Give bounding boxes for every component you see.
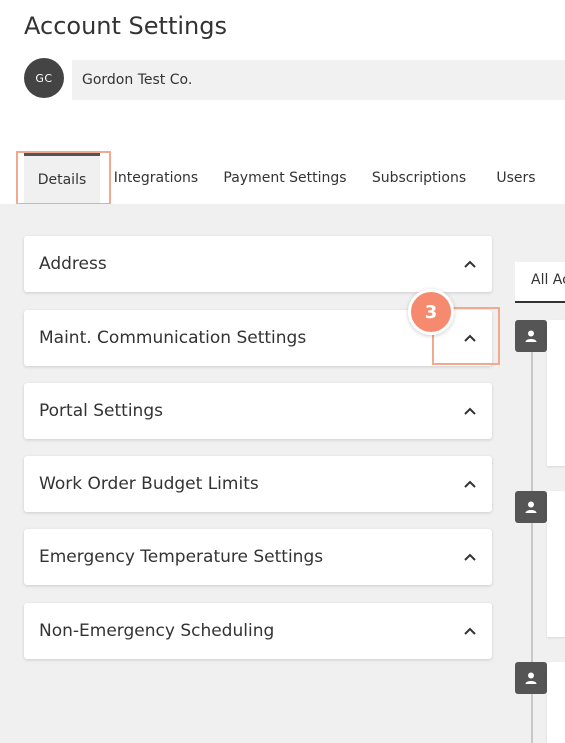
avatar: GC bbox=[24, 58, 64, 98]
tab-label: Subscriptions bbox=[371, 170, 467, 186]
panel-title: Portal Settings bbox=[39, 401, 163, 421]
company-name-field: Gordon Test Co. bbox=[72, 60, 565, 100]
chevron-up-icon[interactable] bbox=[462, 403, 478, 419]
tab-label: Users bbox=[496, 170, 536, 186]
person-icon bbox=[515, 491, 547, 523]
panel-title: Non-Emergency Scheduling bbox=[39, 621, 275, 641]
step-number: 3 bbox=[424, 301, 438, 323]
chevron-up-icon[interactable] bbox=[462, 623, 478, 639]
chevron-up-icon[interactable] bbox=[462, 256, 478, 272]
tab-details[interactable]: Details bbox=[24, 152, 100, 204]
activity-card bbox=[547, 662, 565, 743]
panel-non-emergency-scheduling[interactable]: Non-Emergency Scheduling bbox=[24, 603, 492, 659]
panel-emergency-temperature-settings[interactable]: Emergency Temperature Settings bbox=[24, 529, 492, 585]
settings-tabs: Details Integrations Payment Settings Su… bbox=[0, 152, 565, 204]
panel-title: Maint. Communication Settings bbox=[39, 328, 307, 348]
tab-label: Integrations bbox=[113, 170, 199, 186]
panel-work-order-budget-limits[interactable]: Work Order Budget Limits bbox=[24, 456, 492, 512]
page-title: Account Settings bbox=[24, 12, 227, 40]
chevron-up-icon[interactable] bbox=[462, 330, 478, 346]
activity-tab-all[interactable]: All Ac bbox=[515, 262, 565, 303]
person-icon bbox=[515, 320, 547, 352]
activity-card bbox=[547, 491, 565, 637]
avatar-initials: GC bbox=[35, 71, 53, 85]
chevron-up-icon[interactable] bbox=[462, 549, 478, 565]
step-badge: 3 bbox=[408, 289, 454, 335]
panel-title: Address bbox=[39, 254, 107, 274]
activity-card bbox=[547, 320, 565, 466]
panel-title: Work Order Budget Limits bbox=[39, 474, 259, 494]
activity-tab-label: All Ac bbox=[531, 272, 565, 288]
tab-users[interactable]: Users bbox=[488, 152, 544, 204]
tab-integrations[interactable]: Integrations bbox=[108, 152, 204, 204]
panel-portal-settings[interactable]: Portal Settings bbox=[24, 383, 492, 439]
company-name: Gordon Test Co. bbox=[82, 72, 193, 88]
panel-address[interactable]: Address bbox=[24, 236, 492, 292]
panel-title: Emergency Temperature Settings bbox=[39, 547, 324, 567]
chevron-up-icon[interactable] bbox=[462, 476, 478, 492]
tab-label: Payment Settings bbox=[223, 170, 347, 186]
tab-subscriptions[interactable]: Subscriptions bbox=[364, 152, 474, 204]
person-icon bbox=[515, 662, 547, 694]
tab-payment-settings[interactable]: Payment Settings bbox=[218, 152, 352, 204]
tab-label: Details bbox=[37, 172, 87, 188]
